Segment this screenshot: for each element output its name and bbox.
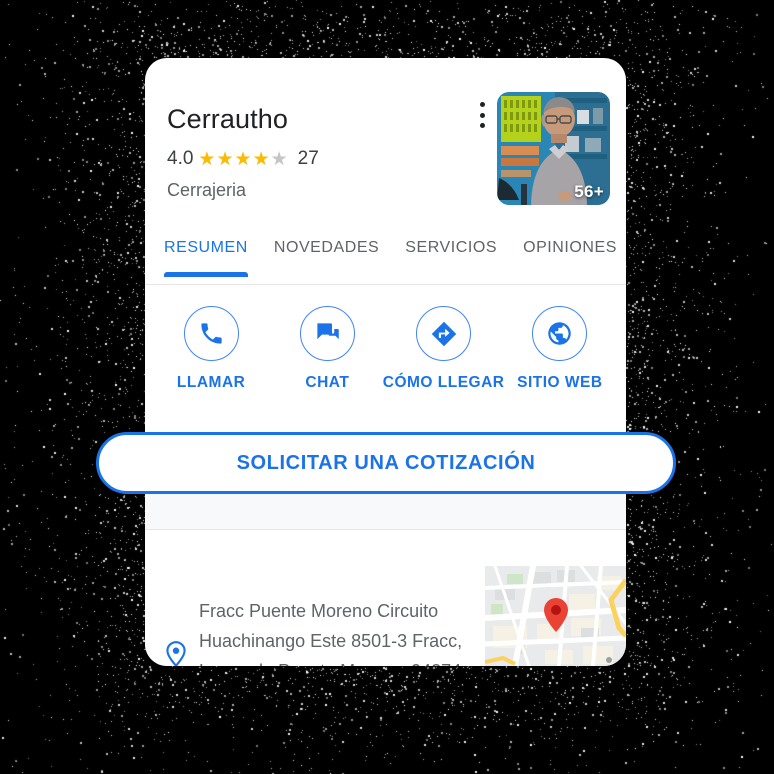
address-section[interactable]: Fracc Puente Moreno Circuito Huachinango… — [145, 530, 626, 666]
photo-count-badge: 56+ — [574, 182, 604, 202]
location-pin-icon — [163, 640, 189, 666]
tab-opiniones[interactable]: OPINIONES — [523, 236, 617, 257]
action-label: CHAT — [305, 374, 349, 392]
more-vert-icon[interactable] — [472, 102, 492, 128]
star-empty-icon: ★ — [271, 150, 288, 169]
card-header: Cerrautho 4.0 ★ ★ ★ ★ ★ 27 Cerrajeria 56… — [145, 58, 626, 218]
tab-resumen[interactable]: RESUMEN — [164, 236, 248, 257]
action-llamar[interactable]: LLAMAR — [156, 306, 266, 392]
tab-bar: RESUMEN NOVEDADES SERVICIOS OPINIONES — [145, 236, 626, 284]
business-photo-thumbnail[interactable]: 56+ — [497, 92, 610, 205]
tab-servicios[interactable]: SERVICIOS — [405, 236, 497, 257]
star-rating: ★ ★ ★ ★ ★ — [198, 150, 288, 169]
action-chat[interactable]: CHAT — [272, 306, 382, 392]
action-sitio-web[interactable]: SITIO WEB — [505, 306, 615, 392]
action-como-llegar[interactable]: CÓMO LLEGAR — [389, 306, 499, 392]
request-quote-label: SOLICITAR UNA COTIZACIÓN — [237, 452, 536, 475]
address-line-3: Lagos de Puente Moreno, 94274 — [199, 656, 479, 666]
globe-icon — [532, 306, 587, 361]
address-line-1: Fracc Puente Moreno Circuito — [199, 596, 479, 626]
action-label: CÓMO LLEGAR — [383, 374, 505, 392]
star-icon: ★ — [253, 150, 270, 169]
business-category: Cerrajeria — [167, 180, 246, 201]
review-count[interactable]: 27 — [298, 148, 319, 170]
phone-icon — [184, 306, 239, 361]
business-profile-card: Cerrautho 4.0 ★ ★ ★ ★ ★ 27 Cerrajeria 56… — [145, 58, 626, 666]
rating-row: 4.0 ★ ★ ★ ★ ★ 27 — [167, 148, 319, 170]
chat-bubbles-icon — [300, 306, 355, 361]
rating-value: 4.0 — [167, 148, 193, 170]
action-label: LLAMAR — [177, 374, 245, 392]
action-button-row: LLAMAR CHAT CÓMO LLEGAR SITIO WEB — [145, 306, 626, 392]
business-name: Cerrautho — [167, 104, 288, 135]
address-line-2: Huachinango Este 8501-3 Fracc, — [199, 626, 479, 656]
tab-divider — [145, 284, 626, 285]
screenshot-stage: Cerrautho 4.0 ★ ★ ★ ★ ★ 27 Cerrajeria 56… — [0, 0, 774, 774]
star-icon: ★ — [235, 150, 252, 169]
request-quote-button[interactable]: SOLICITAR UNA COTIZACIÓN — [96, 432, 676, 494]
map-thumbnail[interactable] — [485, 566, 626, 666]
address-text: Fracc Puente Moreno Circuito Huachinango… — [199, 596, 479, 666]
star-icon: ★ — [198, 150, 215, 169]
tab-novedades[interactable]: NOVEDADES — [274, 236, 379, 257]
star-icon: ★ — [216, 150, 233, 169]
action-label: SITIO WEB — [517, 374, 602, 392]
directions-icon — [416, 306, 471, 361]
